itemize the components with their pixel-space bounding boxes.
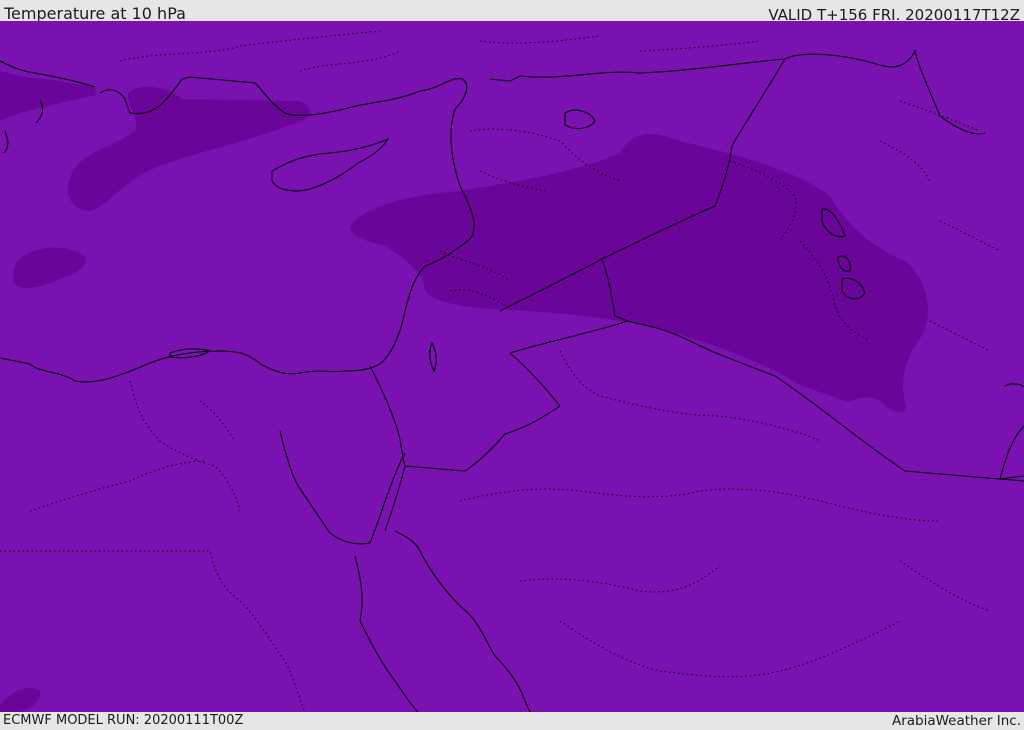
weather-map-page: Temperature at 10 hPa VALID T+156 FRI. 2… [0,0,1024,729]
header-bar: Temperature at 10 hPa VALID T+156 FRI. 2… [0,0,1024,24]
model-run-label: ECMWF MODEL RUN: 20200111T00Z [3,713,244,728]
credit-label: ArabiaWeather Inc. [891,713,1021,729]
map-canvas [0,21,1024,712]
footer-bar: ECMWF MODEL RUN: 20200111T00Z ArabiaWeat… [0,712,1024,729]
